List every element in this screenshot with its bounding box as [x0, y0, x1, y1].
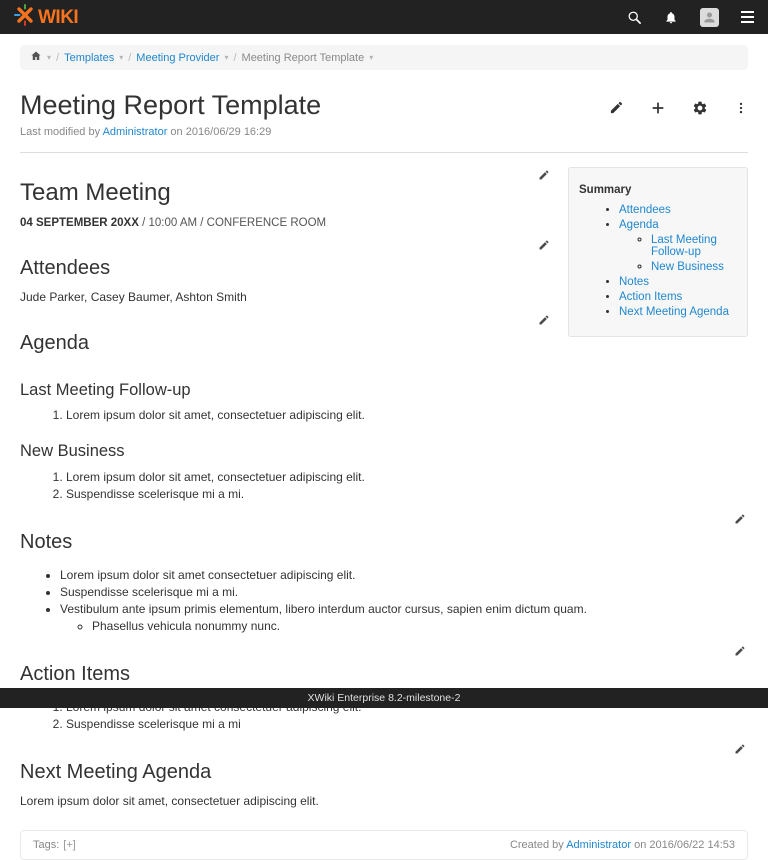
- list-item: Vestibulum ante ipsum primis elementum, …: [60, 602, 748, 633]
- page-actions: [609, 90, 748, 116]
- section-next-meeting-agenda-header: Next Meeting Agenda: [20, 737, 748, 790]
- chevron-down-icon[interactable]: [369, 54, 373, 62]
- heading-notes: Notes: [20, 531, 72, 554]
- section-edit-pencil-icon[interactable]: [536, 308, 552, 326]
- document-content: Summary Attendees Agenda Last Meeting Fo…: [0, 155, 768, 808]
- modified-by-user-link[interactable]: Administrator: [103, 126, 168, 138]
- edit-pencil-button[interactable]: [609, 100, 624, 116]
- breadcrumb-separator: [233, 52, 236, 64]
- section-action-items-header: Action Items: [20, 639, 748, 692]
- list-item: Action Items: [619, 291, 739, 303]
- created-prefix: Created by: [510, 839, 566, 851]
- header-divider: [20, 152, 748, 153]
- modified-prefix: Last modified by: [20, 126, 103, 138]
- list-item: Suspendisse scelerisque mi a mi.: [66, 487, 748, 501]
- list-item: Lorem ipsum dolor sit amet, consectetuer…: [66, 408, 748, 422]
- meeting-time-location: / 10:00 AM / CONFERENCE ROOM: [139, 217, 326, 229]
- top-navbar: WIKI: [0, 0, 768, 34]
- section-agenda-header: Agenda: [20, 308, 552, 361]
- summary-link-attendees[interactable]: Attendees: [619, 204, 671, 216]
- summary-link-agenda[interactable]: Agenda: [619, 219, 659, 231]
- summary-link-notes[interactable]: Notes: [619, 276, 649, 288]
- breadcrumb-link-meeting-provider[interactable]: Meeting Provider: [136, 52, 219, 64]
- meeting-date: 04 SEPTEMBER 20XX: [20, 217, 139, 229]
- heading-attendees: Attendees: [20, 257, 110, 280]
- section-edit-pencil-icon[interactable]: [536, 163, 552, 181]
- list-item: New Business: [651, 261, 739, 273]
- chevron-down-icon[interactable]: [224, 54, 228, 62]
- created-suffix: on 2016/06/22 14:53: [631, 839, 735, 851]
- heading-next-meeting-agenda: Next Meeting Agenda: [20, 761, 211, 784]
- heading-last-meeting-follow-up: Last Meeting Follow-up: [20, 381, 748, 401]
- tags-area: Tags: [+]: [33, 839, 76, 851]
- chevron-down-icon[interactable]: [119, 54, 123, 62]
- created-by-line: Created by Administrator on 2016/06/22 1…: [510, 839, 735, 851]
- list-item: Last Meeting Follow-up: [651, 234, 739, 258]
- search-icon[interactable]: [627, 10, 642, 25]
- notifications-bell-icon[interactable]: [664, 10, 678, 25]
- heading-action-items: Action Items: [20, 663, 130, 686]
- version-text: XWiki Enterprise 8.2-milestone-2: [308, 692, 461, 704]
- list-item: Attendees: [619, 204, 739, 216]
- breadcrumb-separator: [56, 52, 59, 64]
- list-item: Notes: [619, 276, 739, 288]
- last-modified-line: Last modified by Administrator on 2016/0…: [20, 126, 321, 138]
- breadcrumb: Templates Meeting Provider Meeting Repor…: [20, 45, 748, 70]
- summary-link-action-items[interactable]: Action Items: [619, 291, 682, 303]
- section-edit-pencil-icon[interactable]: [732, 639, 748, 657]
- heading-agenda: Agenda: [20, 332, 89, 355]
- list-item: Suspendisse scelerisque mi a mi.: [60, 585, 748, 599]
- summary-link-last-meeting-follow-up[interactable]: Last Meeting Follow-up: [651, 234, 717, 258]
- settings-gear-button[interactable]: [692, 100, 708, 116]
- list-item: Phasellus vehicula nonummy nunc.: [92, 619, 748, 633]
- created-by-user-link[interactable]: Administrator: [566, 839, 631, 851]
- section-edit-pencil-icon[interactable]: [732, 507, 748, 525]
- summary-panel: Summary Attendees Agenda Last Meeting Fo…: [568, 167, 748, 337]
- breadcrumb-current-page: Meeting Report Template: [242, 52, 365, 64]
- user-avatar[interactable]: [700, 8, 719, 27]
- chevron-down-icon[interactable]: [47, 54, 51, 62]
- new-business-list: Lorem ipsum dolor sit amet, consectetuer…: [20, 470, 748, 501]
- summary-link-next-meeting-agenda[interactable]: Next Meeting Agenda: [619, 306, 729, 318]
- list-item: Lorem ipsum dolor sit amet, consectetuer…: [66, 470, 748, 484]
- section-attendees-header: Attendees: [20, 233, 552, 286]
- doc-heading-team-meeting: Team Meeting: [20, 179, 171, 207]
- home-icon[interactable]: [30, 50, 42, 65]
- summary-link-new-business[interactable]: New Business: [651, 261, 724, 273]
- page-title: Meeting Report Template: [20, 90, 321, 121]
- section-edit-pencil-icon[interactable]: [536, 233, 552, 251]
- summary-title: Summary: [579, 184, 739, 196]
- page-header: Meeting Report Template Last modified by…: [0, 78, 768, 152]
- breadcrumb-link-templates[interactable]: Templates: [64, 52, 114, 64]
- more-options-kebab-button[interactable]: [734, 100, 748, 116]
- section-edit-pencil-icon[interactable]: [732, 737, 748, 755]
- doc-footer: Tags: [+] Created by Administrator on 201…: [20, 830, 748, 860]
- next-meeting-agenda-text: Lorem ipsum dolor sit amet, consectetuer…: [20, 794, 748, 808]
- heading-new-business: New Business: [20, 442, 748, 462]
- list-item-text: Vestibulum ante ipsum primis elementum, …: [60, 602, 587, 616]
- version-footer-bar: XWiki Enterprise 8.2-milestone-2: [0, 688, 768, 708]
- modified-suffix: on 2016/06/29 16:29: [167, 126, 271, 138]
- section-team-meeting-header: Team Meeting: [20, 163, 552, 213]
- list-item: Lorem ipsum dolor sit amet consectetuer …: [60, 568, 748, 582]
- list-item: Agenda Last Meeting Follow-up New Busine…: [619, 219, 739, 273]
- add-tag-button[interactable]: [+]: [63, 839, 76, 851]
- breadcrumb-separator: [128, 52, 131, 64]
- list-item: Next Meeting Agenda: [619, 306, 739, 318]
- xwiki-x-logo-icon: [14, 4, 36, 31]
- hamburger-menu-icon[interactable]: [741, 11, 754, 23]
- add-plus-button[interactable]: [650, 100, 666, 116]
- list-item: Suspendisse scelerisque mi a mi: [66, 717, 748, 731]
- xwiki-logo[interactable]: WIKI: [14, 4, 78, 31]
- notes-list: Lorem ipsum dolor sit amet consectetuer …: [20, 568, 748, 633]
- section-notes-header: Notes: [20, 507, 748, 560]
- brand-text: WIKI: [38, 8, 78, 27]
- last-meeting-follow-up-list: Lorem ipsum dolor sit amet, consectetuer…: [20, 408, 748, 422]
- tags-label: Tags:: [33, 839, 59, 851]
